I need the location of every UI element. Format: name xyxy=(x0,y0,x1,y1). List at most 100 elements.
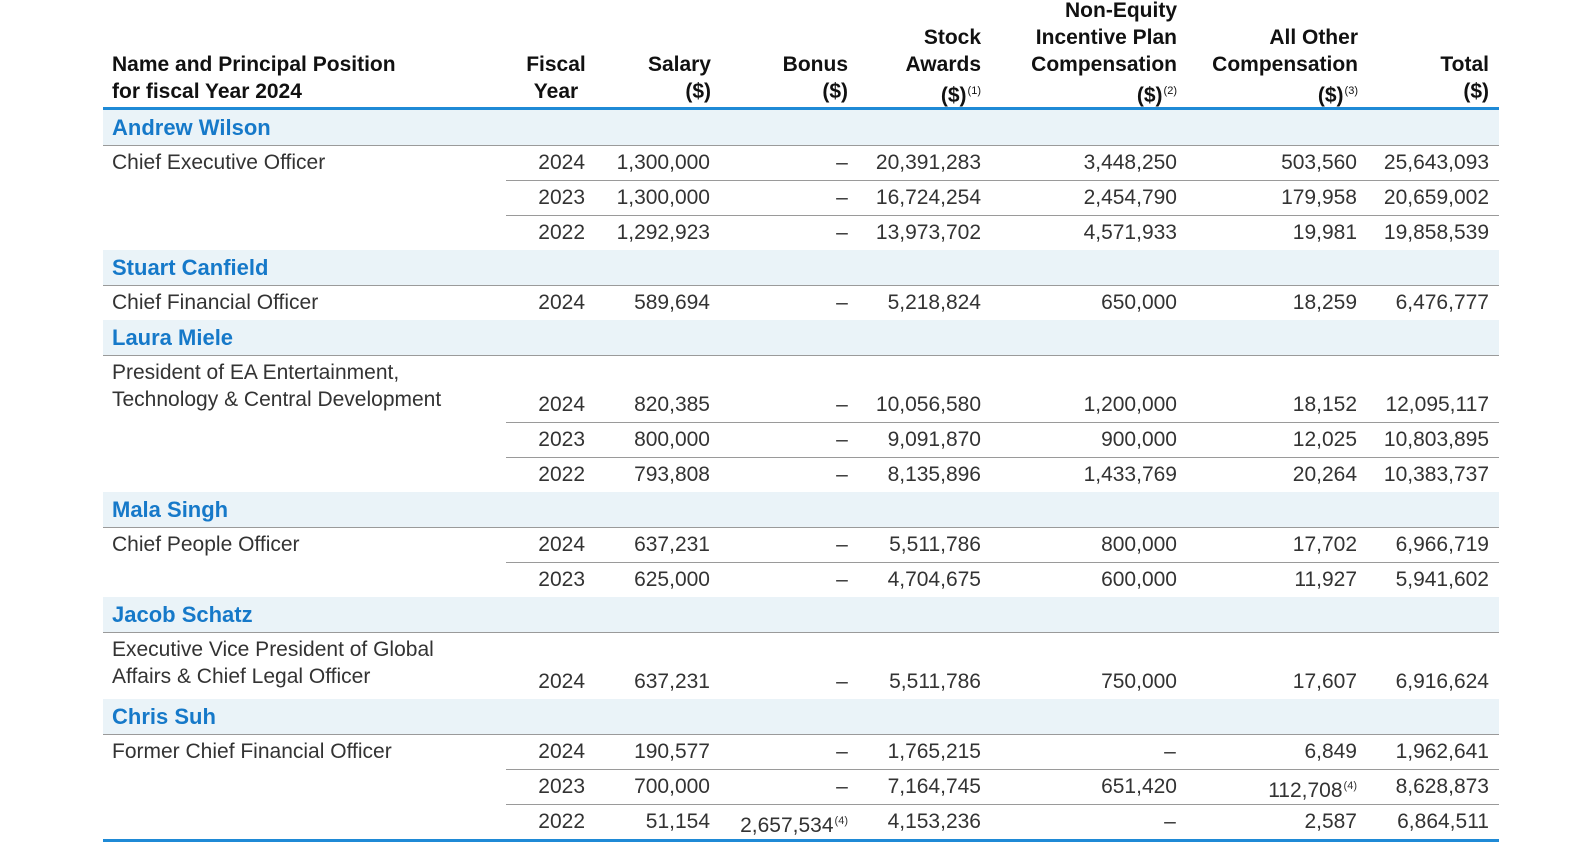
stock-awards-cell-value: 5,511,786 xyxy=(889,670,981,693)
total-cell-value: 5,941,602 xyxy=(1395,568,1489,591)
all-other-cell: 503,560 xyxy=(1281,145,1357,180)
total-cell-value: 12,095,117 xyxy=(1385,393,1489,416)
executive-name: Laura Miele xyxy=(112,325,234,350)
non-equity-cell-value: 1,200,000 xyxy=(1083,393,1177,416)
fiscal-year-cell-value: 2023 xyxy=(538,428,585,451)
header-salary: Salary ($) xyxy=(611,51,711,105)
principal-position: Chief Financial Officer xyxy=(112,289,318,316)
all-other-cell-value: 19,981 xyxy=(1292,221,1357,244)
salary-cell: 637,231 xyxy=(634,664,710,699)
non-equity-cell-value: 600,000 xyxy=(1101,568,1177,591)
all-other-cell-value: 503,560 xyxy=(1281,151,1357,174)
stock-awards-cell-value: 10,056,580 xyxy=(875,393,981,416)
executive-name: Stuart Canfield xyxy=(112,255,269,280)
header-name-line-1: Name and Principal Position xyxy=(112,53,396,76)
all-other-cell: 2,587 xyxy=(1304,804,1357,839)
header-total: Total ($) xyxy=(1389,51,1489,105)
fiscal-year-cell-value: 2024 xyxy=(538,670,585,693)
bonus-cell-value: – xyxy=(836,428,848,451)
header-fiscal-year: Fiscal Year xyxy=(516,51,596,105)
salary-cell: 589,694 xyxy=(634,285,710,320)
fiscal-year-cell: 2024 xyxy=(538,527,585,562)
stock-awards-cell-value: 1,765,215 xyxy=(887,740,981,763)
salary-cell: 820,385 xyxy=(634,387,710,422)
name-band-rule xyxy=(103,632,1499,633)
fiscal-year-cell: 2024 xyxy=(538,664,585,699)
total-cell: 1,962,641 xyxy=(1396,734,1489,769)
executive-name-band xyxy=(103,597,1499,632)
bonus-cell-value: – xyxy=(836,740,848,763)
salary-cell: 625,000 xyxy=(634,562,710,597)
all-other-cell: 6,849 xyxy=(1304,734,1357,769)
executive-name-band xyxy=(103,320,1499,355)
stock-awards-cell: 4,704,675 xyxy=(888,562,981,597)
footnote-2: (2) xyxy=(1163,85,1177,97)
salary-cell: 1,300,000 xyxy=(617,145,710,180)
total-cell-value: 10,803,895 xyxy=(1383,428,1489,451)
executive-name-band xyxy=(103,492,1499,527)
all-other-cell: 17,702 xyxy=(1293,527,1357,562)
executive-name: Chris Suh xyxy=(112,704,216,729)
salary-cell: 1,300,000 xyxy=(617,180,710,215)
fiscal-year-cell: 2023 xyxy=(538,180,585,215)
salary-cell-value: 1,292,923 xyxy=(616,221,710,244)
salary-cell-value: 637,231 xyxy=(634,670,710,693)
header-nonequity-unit: ($) xyxy=(1136,84,1163,107)
header-nonequity-line-4: ($)(2) xyxy=(997,78,1177,109)
total-cell: 8,628,873 xyxy=(1396,769,1489,804)
all-other-cell-value: 20,264 xyxy=(1292,463,1357,486)
salary-cell-value: 190,577 xyxy=(634,740,710,763)
header-stock-line-3: ($)(1) xyxy=(881,78,981,109)
bonus-cell-value: – xyxy=(836,221,848,244)
salary-cell-value: 625,000 xyxy=(634,568,710,591)
non-equity-cell: 3,448,250 xyxy=(1084,145,1177,180)
total-cell: 6,864,511 xyxy=(1397,804,1489,839)
all-other-cell-value: 17,607 xyxy=(1292,670,1357,693)
position-line: Chief People Officer xyxy=(112,533,300,556)
all-other-cell-value: 18,152 xyxy=(1292,393,1357,416)
total-cell-value: 6,916,624 xyxy=(1395,670,1489,693)
bonus-cell-value: – xyxy=(836,670,848,693)
header-salary-line-1: Salary xyxy=(647,53,711,76)
bonus-cell-value: – xyxy=(836,775,848,798)
salary-cell: 1,292,923 xyxy=(617,215,710,250)
stock-awards-cell: 5,218,824 xyxy=(888,285,981,320)
header-other-line-2: Compensation xyxy=(1212,53,1358,76)
stock-awards-cell: 20,391,283 xyxy=(876,145,981,180)
stock-awards-cell: 7,164,745 xyxy=(888,769,981,804)
total-cell: 20,659,002 xyxy=(1384,180,1489,215)
total-cell: 5,941,602 xyxy=(1396,562,1489,597)
non-equity-cell: 650,000 xyxy=(1101,285,1177,320)
header-bonus: Bonus ($) xyxy=(748,51,848,105)
non-equity-cell-value: 650,000 xyxy=(1101,291,1177,314)
header-nonequity-line-2: Incentive Plan xyxy=(1035,26,1177,49)
bonus-cell: – xyxy=(822,180,862,215)
salary-cell-value: 700,000 xyxy=(634,775,710,798)
total-cell: 6,916,624 xyxy=(1396,664,1489,699)
position-line: Technology & Central Development xyxy=(112,388,442,411)
stock-awards-cell-value: 13,973,702 xyxy=(875,221,981,244)
salary-cell-value: 1,300,000 xyxy=(616,186,710,209)
total-cell: 19,858,539 xyxy=(1384,215,1489,250)
bonus-cell: – xyxy=(822,769,862,804)
fiscal-year-cell: 2024 xyxy=(538,145,585,180)
all-other-cell: 19,981 xyxy=(1293,215,1357,250)
salary-cell-value: 589,694 xyxy=(634,291,710,314)
total-cell-value: 6,864,511 xyxy=(1397,810,1489,833)
summary-compensation-table: Name and Principal Position for fiscal Y… xyxy=(103,0,1499,848)
header-bonus-line-1: Bonus xyxy=(782,53,848,76)
name-band-rule xyxy=(103,527,1499,528)
total-cell-value: 1,962,641 xyxy=(1395,740,1489,763)
total-cell: 6,476,777 xyxy=(1396,285,1489,320)
stock-awards-cell-value: 7,164,745 xyxy=(887,775,981,798)
all-other-cell: 18,152 xyxy=(1293,387,1357,422)
footnote-1: (1) xyxy=(967,85,981,97)
fiscal-year-cell: 2023 xyxy=(538,769,585,804)
name-band-rule xyxy=(103,285,1499,286)
total-cell: 12,095,117 xyxy=(1385,387,1489,422)
fiscal-year-cell-value: 2024 xyxy=(538,393,585,416)
salary-cell-value: 51,154 xyxy=(645,810,710,833)
footnote-4: (4) xyxy=(1343,780,1357,792)
bonus-cell: – xyxy=(822,734,862,769)
fiscal-year-cell-value: 2023 xyxy=(538,775,585,798)
